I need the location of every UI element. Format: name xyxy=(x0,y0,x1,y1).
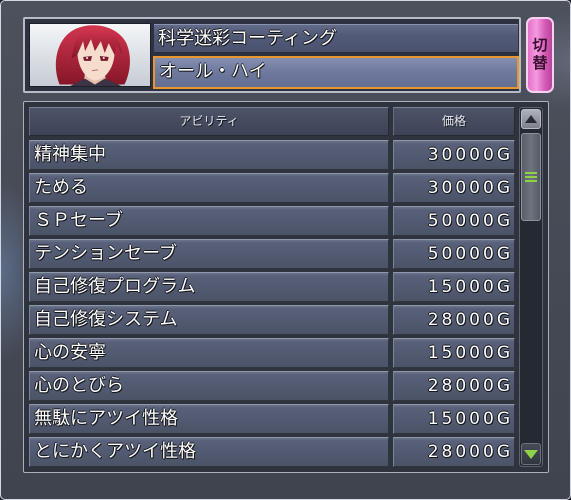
ability-price: 50000G xyxy=(393,206,515,236)
scroll-up-button[interactable] xyxy=(521,109,541,129)
ability-price: 15000G xyxy=(393,272,515,302)
ability-name: ＳＰセーブ xyxy=(29,206,389,236)
ability-name: とにかくアツイ性格 xyxy=(29,437,389,467)
grip-lines-icon xyxy=(525,172,537,182)
ability-row[interactable]: ＳＰセーブ 50000G xyxy=(29,206,515,236)
ability-row[interactable]: 自己修復システム 28000G xyxy=(29,305,515,335)
ability-row[interactable]: 心のとびら 28000G xyxy=(29,371,515,401)
scrollbar[interactable] xyxy=(519,107,543,467)
switch-button[interactable]: 切替 xyxy=(526,17,554,93)
scroll-down-button[interactable] xyxy=(521,443,541,465)
ability-price: 28000G xyxy=(393,371,515,401)
column-header-price: 価格 xyxy=(393,107,515,136)
ability-row[interactable]: とにかくアツイ性格 28000G xyxy=(29,437,515,467)
pilot-portrait-icon xyxy=(29,23,151,87)
scroll-thumb[interactable] xyxy=(521,133,541,221)
triangle-up-icon xyxy=(525,115,537,123)
ability-price: 30000G xyxy=(393,140,515,170)
unit-title: 科学迷彩コーティング xyxy=(154,24,518,53)
ability-shop-window: 科学迷彩コーティング オール・ハイ 切替 アビリティ 価格 精神集中 30000… xyxy=(0,0,571,500)
ability-price: 15000G xyxy=(393,404,515,434)
triangle-down-icon xyxy=(524,449,538,459)
ability-row[interactable]: 心の安寧 15000G xyxy=(29,338,515,368)
ability-name: 無駄にアツイ性格 xyxy=(29,404,389,434)
ability-row[interactable]: 無駄にアツイ性格 15000G xyxy=(29,404,515,434)
ability-list: 精神集中 30000G ためる 30000G ＳＰセーブ 50000G テンショ… xyxy=(29,140,515,467)
ability-name: 心の安寧 xyxy=(29,338,389,368)
ability-price: 15000G xyxy=(393,338,515,368)
ability-name: 精神集中 xyxy=(29,140,389,170)
ability-price: 28000G xyxy=(393,305,515,335)
ability-name: テンションセーブ xyxy=(29,239,389,269)
ability-name: 心のとびら xyxy=(29,371,389,401)
table-header: アビリティ 価格 xyxy=(29,107,515,136)
selected-pilot-name: オール・ハイ xyxy=(153,56,519,89)
ability-name: 自己修復プログラム xyxy=(29,272,389,302)
ability-row[interactable]: ためる 30000G xyxy=(29,173,515,203)
ability-row[interactable]: 精神集中 30000G xyxy=(29,140,515,170)
ability-row[interactable]: テンションセーブ 50000G xyxy=(29,239,515,269)
ability-price: 28000G xyxy=(393,437,515,467)
ability-price: 30000G xyxy=(393,173,515,203)
ability-name: ためる xyxy=(29,173,389,203)
column-header-ability: アビリティ xyxy=(29,107,389,136)
ability-price: 50000G xyxy=(393,239,515,269)
ability-name: 自己修復システム xyxy=(29,305,389,335)
ability-row[interactable]: 自己修復プログラム 15000G xyxy=(29,272,515,302)
